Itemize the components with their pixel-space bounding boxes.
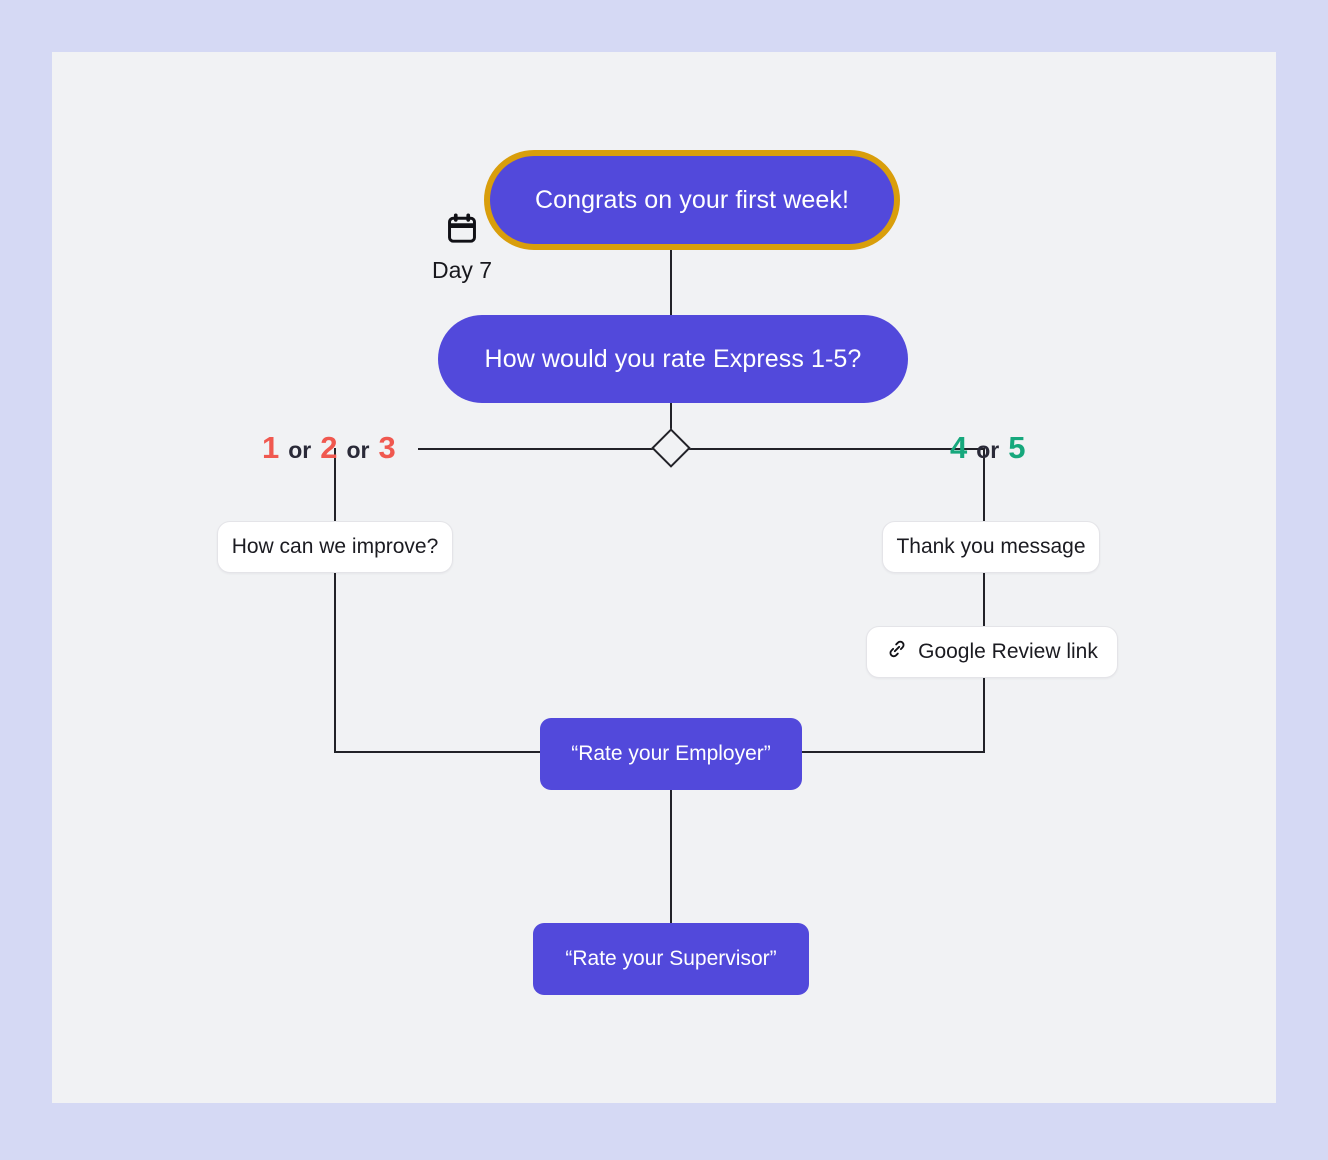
node-rate-your-supervisor-label: “Rate your Supervisor” bbox=[565, 947, 777, 970]
branch-conjunction-3: or bbox=[976, 437, 1000, 463]
node-thank-you-message-label: Thank you message bbox=[896, 535, 1086, 558]
branch-label-high-scores: 4 or 5 bbox=[950, 430, 1026, 466]
node-how-can-we-improve[interactable]: How can we improve? bbox=[217, 521, 453, 573]
connector-review-to-employer bbox=[802, 751, 985, 753]
branch-label-low-scores: 1 or 2 or 3 bbox=[262, 430, 396, 466]
branch-conjunction-2: or bbox=[346, 437, 370, 463]
node-rating-question[interactable]: How would you rate Express 1-5? bbox=[438, 315, 908, 403]
node-thank-you-message[interactable]: Thank you message bbox=[882, 521, 1100, 573]
branch-score-1: 1 bbox=[262, 430, 280, 465]
connector-review-down bbox=[983, 678, 985, 753]
node-how-can-we-improve-label: How can we improve? bbox=[231, 535, 439, 558]
node-rate-your-supervisor[interactable]: “Rate your Supervisor” bbox=[533, 923, 809, 995]
connector-decision-left bbox=[418, 448, 659, 450]
node-congrats-first-week[interactable]: Congrats on your first week! bbox=[484, 150, 900, 250]
node-google-review-link-label: Google Review link bbox=[918, 640, 1098, 663]
node-rate-your-employer[interactable]: “Rate your Employer” bbox=[540, 718, 802, 790]
branch-score-4: 4 bbox=[950, 430, 968, 465]
calendar-icon bbox=[445, 212, 479, 251]
node-rate-your-employer-label: “Rate your Employer” bbox=[571, 742, 771, 765]
flowchart-canvas: Day 7 Congrats on your first week! How w… bbox=[52, 52, 1276, 1103]
node-google-review-link[interactable]: Google Review link bbox=[866, 626, 1118, 678]
decision-diamond-icon bbox=[651, 428, 691, 468]
node-rating-question-label: How would you rate Express 1-5? bbox=[484, 344, 862, 373]
day-marker-label: Day 7 bbox=[431, 257, 493, 283]
connector-improve-to-employer bbox=[334, 751, 541, 753]
connector-decision-right bbox=[683, 448, 984, 450]
node-congrats-first-week-label: Congrats on your first week! bbox=[534, 185, 850, 214]
connector-improve-down bbox=[334, 572, 336, 753]
link-icon bbox=[886, 638, 908, 666]
branch-conjunction-1: or bbox=[288, 437, 312, 463]
connector-start-to-question bbox=[670, 250, 672, 315]
branch-score-3: 3 bbox=[378, 430, 396, 465]
page-root: Day 7 Congrats on your first week! How w… bbox=[0, 0, 1328, 1160]
branch-score-5: 5 bbox=[1008, 430, 1026, 465]
branch-score-2: 2 bbox=[320, 430, 338, 465]
connector-employer-to-supervisor bbox=[670, 790, 672, 923]
